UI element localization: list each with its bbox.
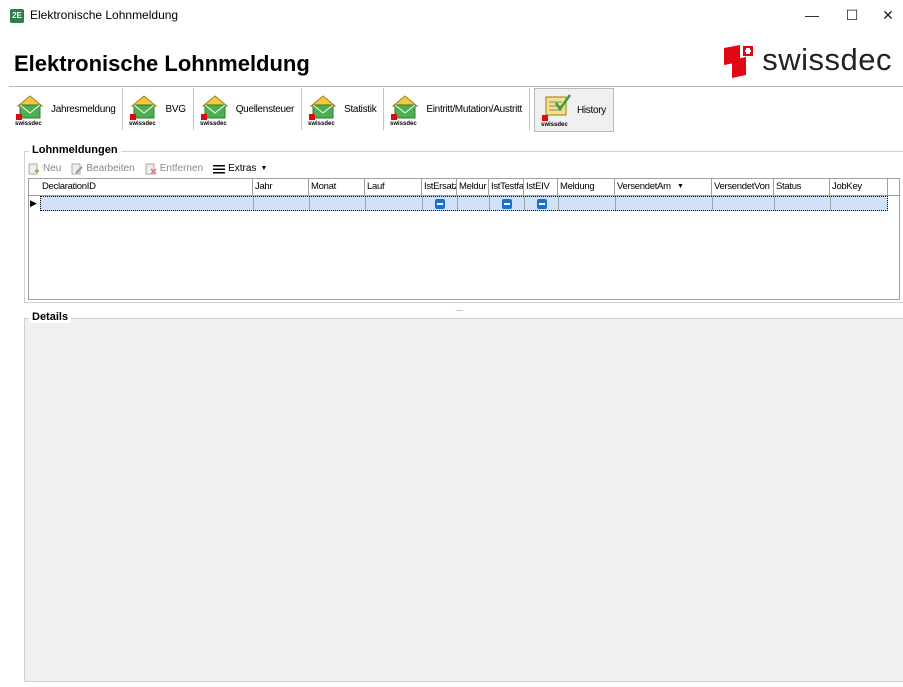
svg-text:swissdec: swissdec <box>390 121 417 126</box>
column-header-jahr[interactable]: Jahr <box>253 179 309 195</box>
svg-text:swissdec: swissdec <box>541 122 568 127</box>
new-label: Neu <box>43 163 62 174</box>
new-button[interactable]: Neu <box>28 163 61 175</box>
tab-label: History <box>576 104 606 116</box>
details-group-title: Details <box>29 311 72 323</box>
details-group <box>24 318 903 682</box>
tab-bvg[interactable]: swissdec BVG <box>123 88 194 130</box>
envelope-house-icon: swissdec <box>389 92 421 127</box>
indeterminate-checkbox[interactable] <box>435 199 445 209</box>
column-header-isteiv[interactable]: IstEIV <box>524 179 558 195</box>
lohnmeldungen-grid[interactable]: DeclarationID Jahr Monat Lauf IstErsatz … <box>28 178 900 300</box>
delete-document-icon <box>145 163 157 175</box>
column-header-monat[interactable]: Monat <box>309 179 365 195</box>
app-icon: 2E <box>10 9 24 23</box>
cell-versendetvon[interactable] <box>713 197 775 210</box>
column-header-versendetvon[interactable]: VersendetVon <box>712 179 774 195</box>
tab-history[interactable]: swissdec History <box>533 88 614 132</box>
envelope-house-icon: swissdec <box>307 92 339 127</box>
column-header-jobkey[interactable]: JobKey <box>830 179 888 195</box>
dropdown-arrow-icon: ▼ <box>260 165 268 172</box>
column-header-meldung-art[interactable]: Meldur <box>457 179 489 195</box>
new-document-icon <box>28 163 40 175</box>
checklist-icon: swissdec <box>540 93 572 128</box>
column-header-istersatz[interactable]: IstErsatz <box>422 179 457 195</box>
column-header-isttestfall[interactable]: IstTestfa <box>489 179 524 195</box>
svg-text:swissdec: swissdec <box>200 121 227 126</box>
table-row[interactable] <box>40 196 888 211</box>
hamburger-menu-icon <box>213 163 226 175</box>
remove-button[interactable]: Entfernen <box>145 163 203 175</box>
tab-label: Eintritt/Mutation/Austritt <box>426 103 522 115</box>
tab-label: Quellensteuer <box>235 103 295 115</box>
page-title: Elektronische Lohnmeldung <box>14 51 310 76</box>
edit-label: Bearbeiten <box>86 163 135 174</box>
tab-statistik[interactable]: swissdec Statistik <box>302 88 385 130</box>
svg-text:swissdec: swissdec <box>129 121 156 126</box>
grid-toolbar: Neu Bearbeiten Entfernen Extras ▼ <box>28 160 277 177</box>
cell-isttestfall[interactable] <box>490 197 525 210</box>
edit-document-icon <box>71 163 84 175</box>
tab-eintritt-mutation-austritt[interactable]: swissdec Eintritt/Mutation/Austritt <box>384 88 530 130</box>
cell-versendetam[interactable] <box>616 197 713 210</box>
lohnmeldungen-group-title: Lohnmeldungen <box>29 144 121 156</box>
envelope-house-icon: swissdec <box>14 92 46 127</box>
remove-label: Entfernen <box>159 163 204 174</box>
tab-quellensteuer[interactable]: swissdec Quellensteuer <box>193 88 303 130</box>
tab-label: BVG <box>165 103 186 115</box>
extras-label: Extras <box>228 163 257 174</box>
cell-jobkey[interactable] <box>831 197 887 210</box>
close-button[interactable]: ✕ <box>868 4 903 26</box>
indeterminate-checkbox[interactable] <box>502 199 512 209</box>
cell-istersatz[interactable] <box>423 197 458 210</box>
edit-button[interactable]: Bearbeiten <box>71 163 135 175</box>
tab-label: Jahresmeldung <box>51 103 116 115</box>
tab-jahresmeldung[interactable]: swissdec Jahresmeldung <box>9 88 124 130</box>
cell-declarationid[interactable] <box>41 197 254 210</box>
splitter-handle[interactable]: ...... <box>455 304 463 313</box>
envelope-house-icon: swissdec <box>128 92 160 127</box>
maximize-button[interactable]: ☐ <box>832 4 872 26</box>
column-header-lauf[interactable]: Lauf <box>365 179 422 195</box>
grid-header: DeclarationID Jahr Monat Lauf IstErsatz … <box>29 179 899 196</box>
cell-jahr[interactable] <box>254 197 310 210</box>
tab-bar: swissdec Jahresmeldung swissdec BVG swis… <box>9 88 614 133</box>
header-divider <box>9 86 903 87</box>
cell-lauf[interactable] <box>366 197 423 210</box>
extras-menu-button[interactable]: Extras ▼ <box>213 163 267 175</box>
cell-status[interactable] <box>775 197 831 210</box>
tab-label: Statistik <box>344 103 377 115</box>
cell-monat[interactable] <box>310 197 366 210</box>
page-header: Elektronische Lohnmeldung swissdec <box>0 32 903 86</box>
svg-text:swissdec: swissdec <box>15 121 42 126</box>
column-header-meldung[interactable]: Meldung <box>558 179 615 195</box>
column-header-versendetam[interactable]: VersendetAm ▼ <box>615 179 712 195</box>
cell-meldung-art[interactable] <box>458 197 490 210</box>
envelope-house-icon: swissdec <box>199 92 231 127</box>
window-title: Elektronische Lohnmeldung <box>30 8 179 22</box>
logo-text: swissdec <box>762 42 892 77</box>
indeterminate-checkbox[interactable] <box>537 199 547 209</box>
swissdec-flag-icon <box>724 45 754 78</box>
window-titlebar: 2E Elektronische Lohnmeldung — ☐ ✕ <box>0 0 903 30</box>
swissdec-logo: swissdec <box>722 40 892 80</box>
cell-meldung[interactable] <box>559 197 616 210</box>
sort-descending-icon: ▼ <box>677 183 684 190</box>
column-header-status[interactable]: Status <box>774 179 830 195</box>
cell-isteiv[interactable] <box>525 197 559 210</box>
column-header-declarationid[interactable]: DeclarationID <box>40 179 253 195</box>
column-header-label: VersendetAm <box>617 181 671 192</box>
svg-text:swissdec: swissdec <box>308 121 335 126</box>
minimize-button[interactable]: — <box>792 4 832 26</box>
row-indicator-icon: ▶ <box>30 198 37 208</box>
